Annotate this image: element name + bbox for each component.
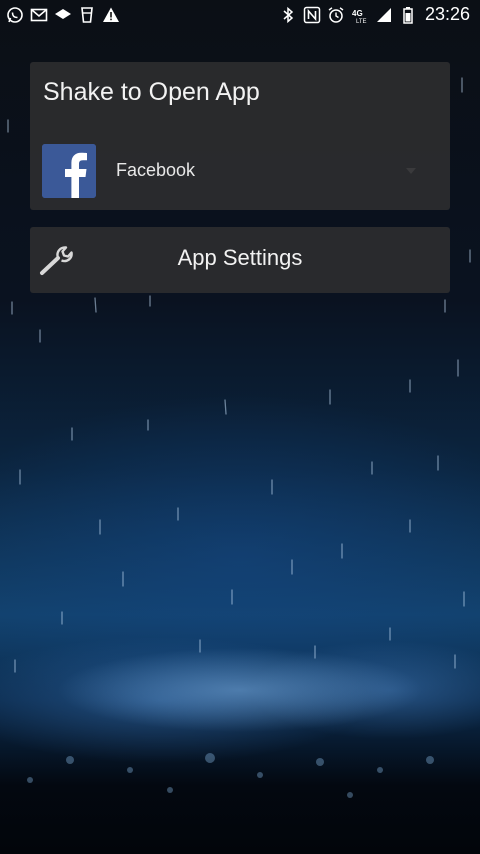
app-selector[interactable]: Facebook (42, 144, 438, 198)
system-icons: 4G LTE 23:26 (279, 4, 470, 25)
app-settings-button[interactable]: App Settings (30, 227, 450, 293)
clock: 23:26 (424, 4, 470, 24)
status-bar: 4G LTE 23:26 (0, 0, 480, 34)
alarm-icon (327, 6, 345, 24)
signal-icon (375, 6, 393, 24)
battery-icon (399, 6, 417, 24)
svg-text:LTE: LTE (356, 19, 367, 24)
nfc-icon (303, 6, 321, 24)
facebook-icon (42, 144, 96, 198)
dropdown-arrow-icon (406, 168, 416, 174)
notification-icons (6, 6, 120, 24)
selected-app-name: Facebook (116, 160, 196, 180)
bluetooth-icon (279, 6, 297, 24)
app-settings-label: App Settings (177, 245, 303, 270)
whatsapp-icon (6, 6, 24, 24)
glass-icon (78, 6, 96, 24)
svg-text:4G: 4G (352, 9, 363, 18)
card-title: Shake to Open App (43, 78, 260, 106)
shake-to-open-card: Shake to Open App Facebook (30, 62, 450, 210)
lte-icon: 4G LTE (351, 6, 369, 24)
wifi-icon (54, 6, 72, 24)
warning-icon (102, 6, 120, 24)
gmail-icon (30, 6, 48, 24)
